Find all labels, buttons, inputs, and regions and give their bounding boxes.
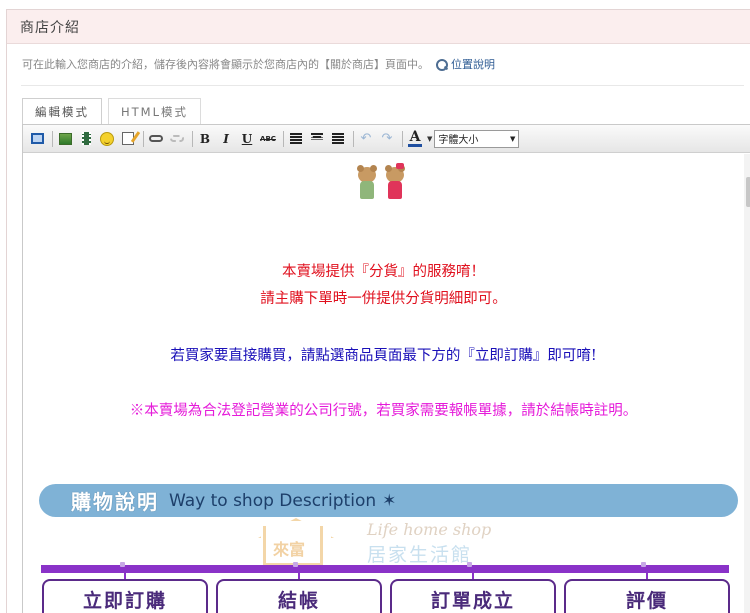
edit-icon <box>122 132 134 145</box>
toolbar-separator <box>283 130 284 147</box>
content-line-detail: 請主購下單時一併提供分貨明細即可。 <box>260 291 507 307</box>
insert-emoticon-button[interactable] <box>98 130 116 148</box>
logo-en-text: Life home shop <box>367 520 492 539</box>
logo-house-text: 來富 <box>273 540 306 559</box>
align-center-icon <box>311 133 323 140</box>
editor-content[interactable]: 本賣場提供『分貨』的服務唷！ 請主購下單時一併提供分貨明細即可。 若買家要直接購… <box>23 154 750 613</box>
link-button[interactable] <box>147 130 165 148</box>
toolbar-separator <box>52 130 53 147</box>
banner-title-zh: 購物說明 <box>71 490 159 514</box>
description-row: 可在此輸入您商店的介紹，儲存後內容將會顯示於您商店內的【關於商店】頁面中。 位置… <box>22 56 495 72</box>
star-icon: ✶ <box>382 490 397 511</box>
bear-boy-image <box>356 165 378 201</box>
scrollbar-thumb[interactable] <box>746 177 750 207</box>
smiley-icon <box>100 131 114 146</box>
image-icon <box>58 132 72 145</box>
shop-logo: 來富 Life home shop 居家生活館 <box>258 518 533 568</box>
content-line-invoice: ※本賣場為合法登記營業的公司行號，若買家需要報帳單據，請於結帳時註明。 <box>129 403 638 419</box>
toolbar-separator <box>402 130 403 147</box>
align-right-button[interactable] <box>329 130 347 148</box>
chevron-down-icon: ▼ <box>510 134 516 143</box>
section-title: 商店介紹 <box>20 19 80 36</box>
toolbar-separator <box>143 130 144 147</box>
step-review: 評價 <box>564 567 730 613</box>
magnifier-icon[interactable] <box>435 58 448 71</box>
insert-media-button[interactable] <box>77 130 95 148</box>
strikethrough-button[interactable]: ABC <box>259 130 277 148</box>
editor-tabs: 編輯模式 HTML模式 <box>22 98 207 124</box>
steps-rail <box>41 562 729 573</box>
align-left-button[interactable] <box>287 130 305 148</box>
section-header: 商店介紹 <box>7 10 750 44</box>
source-icon <box>30 133 44 144</box>
editor-toolbar: B I U ABC ↶ ↷ A ▼ 字體大小 ▼ <box>23 125 750 153</box>
insert-template-button[interactable] <box>119 130 137 148</box>
align-right-icon <box>332 133 344 144</box>
font-color-button[interactable]: A <box>406 130 424 148</box>
bear-couple-image <box>356 161 412 201</box>
undo-icon: ↶ <box>360 131 372 146</box>
vertical-scrollbar[interactable] <box>744 154 750 613</box>
step-order: 立即訂購 <box>42 567 208 613</box>
content-line-service: 本賣場提供『分貨』的服務唷！ <box>282 264 485 280</box>
underline-button[interactable]: U <box>238 130 256 148</box>
source-button[interactable] <box>28 130 46 148</box>
font-size-select[interactable]: 字體大小 ▼ <box>434 129 520 148</box>
divider <box>21 85 744 86</box>
description-text: 可在此輸入您商店的介紹，儲存後內容將會顯示於您商店內的【關於商店】頁面中。 <box>22 58 429 71</box>
banner-title-en: Way to shop Description <box>169 490 377 511</box>
font-color-icon: A <box>408 128 422 147</box>
unlink-button[interactable] <box>168 130 186 148</box>
align-left-icon <box>290 133 302 144</box>
italic-button[interactable]: I <box>217 130 235 148</box>
rich-text-editor[interactable]: B I U ABC ↶ ↷ A ▼ 字體大小 ▼ 本賣場提供『分貨』的服務唷！ … <box>22 124 750 613</box>
shopping-guide-banner: 購物說明 Way to shop Description ✶ <box>39 484 738 517</box>
align-center-button[interactable] <box>308 130 326 148</box>
toolbar-separator <box>192 130 193 147</box>
font-size-value: 字體大小 <box>438 135 479 146</box>
tab-html-mode[interactable]: HTML模式 <box>108 98 202 124</box>
unlink-icon <box>170 135 184 142</box>
film-icon <box>81 132 91 145</box>
chevron-down-icon[interactable]: ▼ <box>427 135 432 143</box>
logo-zh-text: 居家生活館 <box>367 544 473 566</box>
toolbar-separator <box>353 130 354 147</box>
bear-girl-image <box>384 163 406 201</box>
bold-button[interactable]: B <box>196 130 214 148</box>
step-checkout: 結帳 <box>216 567 382 613</box>
insert-image-button[interactable] <box>56 130 74 148</box>
location-help-link[interactable]: 位置說明 <box>451 56 495 72</box>
redo-icon: ↷ <box>381 131 393 146</box>
undo-button[interactable]: ↶ <box>357 130 375 148</box>
link-icon <box>149 135 163 142</box>
tab-edit-mode[interactable]: 編輯模式 <box>22 98 102 124</box>
content-line-buy: 若買家要直接購買，請點選商品頁面最下方的『立即訂購』即可唷! <box>170 348 597 364</box>
redo-button[interactable]: ↷ <box>378 130 396 148</box>
step-order-confirmed: 訂單成立 <box>390 567 556 613</box>
